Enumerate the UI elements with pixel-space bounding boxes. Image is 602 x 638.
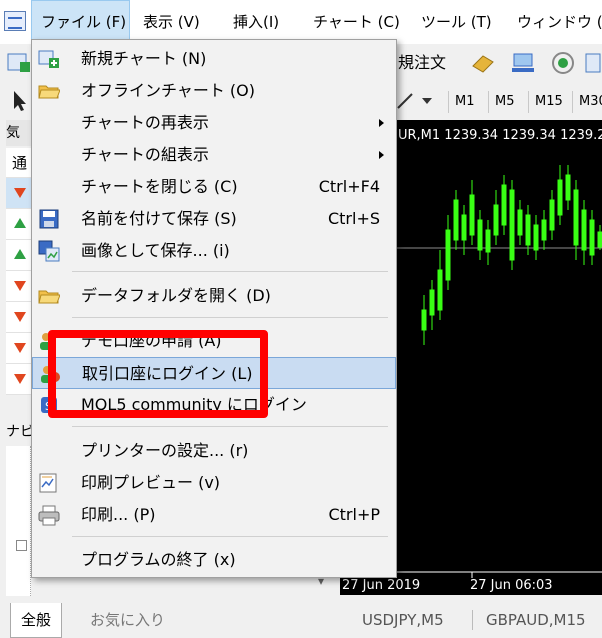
- candles: [421, 165, 602, 345]
- date-label: 27 Jun 2019: [342, 578, 421, 593]
- file-menu-dropdown: 新規チャート (N) オフラインチャート (O) チャートの再表示 チャートの組…: [31, 39, 397, 578]
- chevron-down-icon[interactable]: [422, 98, 432, 104]
- up-arrow-icon: [14, 218, 26, 228]
- menu-item-print[interactable]: 印刷... (P) Ctrl+P: [32, 499, 396, 531]
- menu-file[interactable]: ファイル (F): [31, 0, 130, 44]
- save-icon: [38, 208, 60, 230]
- submenu-arrow-icon: [379, 119, 384, 127]
- menu-view[interactable]: 表示 (V): [143, 0, 200, 44]
- menu-window[interactable]: ウィンドウ (W): [517, 0, 602, 44]
- menu-chart[interactable]: チャート (C): [313, 0, 400, 44]
- new-chart-icon: [38, 48, 60, 70]
- down-arrow-icon: [14, 343, 26, 353]
- app-icon[interactable]: [4, 11, 26, 31]
- tab-general[interactable]: 全般: [10, 603, 63, 638]
- tab-divider: [472, 610, 473, 630]
- list-item[interactable]: [6, 240, 34, 271]
- down-arrow-icon: [14, 374, 26, 384]
- down-arrow-icon: [14, 188, 26, 198]
- menu-item-save-as[interactable]: 名前を付けて保存 (S) Ctrl+S: [32, 203, 396, 235]
- folder-open-icon: [38, 80, 61, 102]
- new-order-label[interactable]: 規注文: [398, 50, 446, 76]
- tree-collapse-icon[interactable]: [16, 540, 27, 551]
- tab-favorites[interactable]: お気に入り: [80, 603, 175, 637]
- menu-insert[interactable]: 挿入(I): [233, 0, 279, 44]
- menu-separator: [72, 317, 388, 318]
- timeframe-m15[interactable]: M15: [528, 91, 569, 113]
- list-item[interactable]: [6, 333, 34, 364]
- menu-item-printer-setup[interactable]: プリンターの設定... (r): [32, 435, 396, 467]
- menu-separator: [72, 536, 388, 537]
- pen-tool-icon[interactable]: [394, 88, 420, 114]
- menu-item-print-preview[interactable]: 印刷プレビュー (v): [32, 467, 396, 499]
- toolbar-more-icon[interactable]: [584, 50, 602, 76]
- submenu-arrow-icon: [379, 151, 384, 159]
- chart-tab-gbpaud[interactable]: GBPAUD,M15: [476, 603, 596, 637]
- cursor-icon[interactable]: [6, 88, 32, 114]
- new-chart-toolbar-icon[interactable]: [6, 50, 32, 76]
- navigator-tree: [6, 446, 31, 596]
- highlight-annotation-box: [48, 330, 268, 418]
- list-item[interactable]: [6, 178, 34, 209]
- list-item[interactable]: [6, 209, 34, 240]
- navigator-title: ナビ: [6, 424, 34, 440]
- save-picture-icon: [38, 240, 60, 262]
- signals-icon[interactable]: [550, 50, 576, 76]
- print-preview-icon: [38, 472, 60, 494]
- menu-item-chart-profiles[interactable]: チャートの組表示: [32, 139, 396, 171]
- chart-tab-usdjpy[interactable]: USDJPY,M5: [352, 603, 454, 637]
- market-watch-icon[interactable]: [510, 50, 536, 76]
- symbol-header: 通: [6, 148, 34, 178]
- list-item[interactable]: [6, 364, 34, 395]
- list-item[interactable]: [6, 271, 34, 302]
- menu-item-exit[interactable]: プログラムの終了 (x): [32, 544, 396, 576]
- menu-item-save-picture[interactable]: 画像として保存... (i): [32, 235, 396, 267]
- menu-item-offline-chart[interactable]: オフラインチャート (O): [32, 75, 396, 107]
- down-arrow-icon: [14, 281, 26, 291]
- menu-tools[interactable]: ツール (T): [421, 0, 492, 44]
- timeframe-m5[interactable]: M5: [488, 91, 521, 113]
- timeframe-m1[interactable]: M1: [448, 91, 481, 113]
- menu-item-open-data-folder[interactable]: データフォルダを開く (D): [32, 280, 396, 312]
- up-arrow-icon: [14, 249, 26, 259]
- market-watch-tab[interactable]: 気: [6, 120, 34, 146]
- menu-item-new-chart[interactable]: 新規チャート (N): [32, 43, 396, 75]
- timeframe-m30[interactable]: M30: [572, 91, 602, 113]
- menu-separator: [72, 426, 388, 427]
- list-item[interactable]: [6, 302, 34, 333]
- menu-item-close-chart[interactable]: チャートを閉じる (C) Ctrl+F4: [32, 171, 396, 203]
- menu-item-chart-reopen[interactable]: チャートの再表示: [32, 107, 396, 139]
- menu-separator: [72, 271, 388, 272]
- date-label: 27 Jun 06:03: [470, 578, 553, 593]
- gold-icon[interactable]: [470, 50, 496, 76]
- down-arrow-icon: [14, 312, 26, 322]
- printer-icon: [38, 504, 60, 526]
- folder-icon: [38, 285, 61, 307]
